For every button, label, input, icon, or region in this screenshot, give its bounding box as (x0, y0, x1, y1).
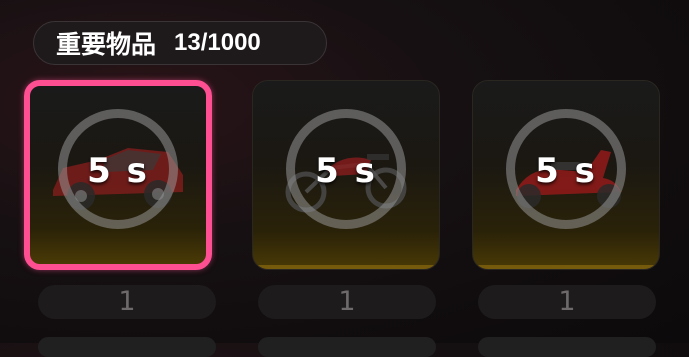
item-slot-scooter[interactable]: 5 s (472, 80, 660, 270)
cooldown-timer: 5 s (315, 151, 377, 191)
cooldown-timer: 5 s (535, 151, 597, 191)
item-slot-motorcycle[interactable]: 5 s (252, 80, 440, 270)
quantity-label: 1 (478, 285, 656, 319)
item-count: 13/1000 (174, 29, 261, 56)
item-slot-car[interactable]: 5 s (24, 80, 212, 270)
next-row-slot (258, 337, 436, 357)
quantity-label: 1 (258, 285, 436, 319)
inventory-header: 重要物品 13/1000 (33, 21, 327, 65)
cooldown-timer: 5 s (87, 151, 149, 191)
next-row-slot (38, 337, 216, 357)
quantity-label: 1 (38, 285, 216, 319)
inventory-panel: 重要物品 13/1000 5 s 5 s 5 s 1 1 1 (0, 0, 689, 357)
next-row-slot (478, 337, 656, 357)
inventory-title: 重要物品 (56, 31, 157, 59)
